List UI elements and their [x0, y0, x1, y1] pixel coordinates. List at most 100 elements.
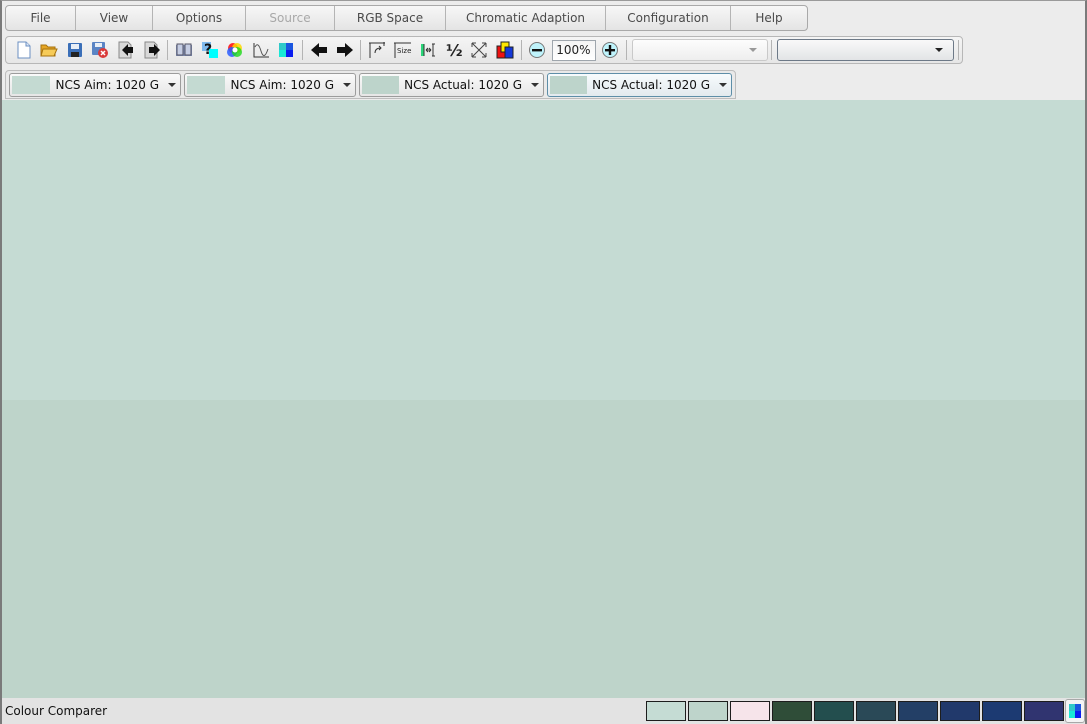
toolbar-separator — [626, 40, 628, 60]
zoom-level-field[interactable]: 100% — [552, 39, 596, 61]
palette-swatch[interactable] — [940, 701, 980, 721]
chevron-down-icon[interactable] — [343, 82, 351, 87]
tab-color-swatch — [550, 75, 588, 94]
chevron-down-icon — [934, 48, 943, 52]
new-file-icon — [17, 41, 31, 59]
svg-text:?: ? — [204, 42, 212, 58]
forward-button[interactable] — [332, 39, 358, 61]
color-tab[interactable]: NCS Aim: 1020 G — [184, 72, 356, 97]
color-wheel-icon — [227, 43, 243, 57]
new-file-button[interactable] — [11, 39, 37, 61]
chevron-down-icon[interactable] — [168, 82, 176, 87]
fullscreen-icon — [471, 42, 487, 58]
palette-toggle-button[interactable] — [1065, 699, 1085, 723]
swatch-grid-icon — [1069, 704, 1081, 718]
zoom-in-icon — [602, 42, 619, 58]
zoom-out-button[interactable] — [525, 39, 551, 61]
help-button[interactable]: ? — [197, 39, 223, 61]
status-bar: Colour Comparer — [2, 698, 1085, 724]
spectral-curve-icon — [253, 43, 269, 58]
zoom-in-button[interactable] — [598, 39, 624, 61]
svg-text:½: ½ — [446, 41, 463, 59]
fullscreen-button[interactable] — [467, 39, 493, 61]
menu-source[interactable]: Source — [246, 6, 335, 30]
color-comparison-area — [2, 100, 1085, 698]
illuminant-dropdown[interactable] — [632, 39, 768, 61]
actual-color-panel — [2, 400, 1085, 698]
back-arrow-icon — [310, 43, 327, 57]
tab-label: NCS Actual: 1020 G — [404, 77, 522, 92]
color-wheel-button[interactable] — [222, 39, 248, 61]
book-button[interactable] — [171, 39, 197, 61]
color-tab[interactable]: NCS Aim: 1020 G — [9, 72, 181, 97]
toolbar-separator — [957, 40, 959, 60]
color-tab[interactable]: NCS Actual: 1020 G — [359, 72, 544, 97]
export-button[interactable] — [139, 39, 165, 61]
toolbar: ? Size ½ 100% — [5, 36, 963, 64]
menu-configuration[interactable]: Configuration — [606, 6, 731, 30]
toolbar-separator — [770, 40, 772, 60]
open-folder-icon — [40, 44, 59, 57]
color-tab-bar: NCS Aim: 1020 G NCS Aim: 1020 G NCS Actu… — [5, 70, 736, 99]
palette-swatch[interactable] — [646, 701, 686, 721]
size-button[interactable]: Size — [390, 39, 416, 61]
toolbar-separator — [302, 40, 304, 60]
tab-color-swatch — [187, 75, 226, 94]
delete-file-button[interactable] — [88, 39, 114, 61]
palette-swatch[interactable] — [814, 701, 854, 721]
swatch-grid-icon — [279, 43, 294, 57]
back-button[interactable] — [306, 39, 332, 61]
status-text: Colour Comparer — [5, 704, 108, 718]
menu-view[interactable]: View — [76, 6, 153, 30]
chevron-down-icon — [748, 48, 757, 52]
palette-swatch[interactable] — [982, 701, 1022, 721]
half-icon: ½ — [446, 41, 463, 59]
palette-swatch[interactable] — [772, 701, 812, 721]
fit-width-button[interactable] — [415, 39, 441, 61]
size-icon: Size — [393, 42, 411, 58]
aim-color-panel — [2, 100, 1085, 400]
overlap-colors-icon — [496, 41, 514, 59]
chevron-down-icon[interactable] — [719, 82, 727, 87]
tab-label: NCS Aim: 1020 G — [55, 77, 159, 92]
delete-file-icon — [92, 42, 109, 58]
chevron-down-icon[interactable] — [531, 82, 539, 87]
fit-width-icon — [421, 43, 436, 57]
color-palette — [646, 701, 1064, 721]
save-icon — [67, 43, 82, 57]
zoom-out-icon — [529, 42, 546, 58]
menu-rgb-space[interactable]: RGB Space — [335, 6, 446, 30]
toolbar-separator — [360, 40, 362, 60]
palette-swatch[interactable] — [856, 701, 896, 721]
menu-options[interactable]: Options — [153, 6, 246, 30]
palette-swatch[interactable] — [1024, 701, 1064, 721]
menu-help[interactable]: Help — [731, 6, 807, 30]
open-button[interactable] — [37, 39, 63, 61]
menu-file[interactable]: File — [6, 6, 76, 30]
palette-swatch[interactable] — [688, 701, 728, 721]
tab-label: NCS Actual: 1020 G — [592, 77, 710, 92]
observer-dropdown[interactable] — [776, 39, 954, 61]
rotate-icon — [369, 42, 386, 58]
tab-color-swatch — [362, 75, 400, 94]
tab-label: NCS Aim: 1020 G — [230, 77, 334, 92]
overlap-colors-button[interactable] — [492, 39, 518, 61]
menu-chromatic-adaption[interactable]: Chromatic Adaption — [446, 6, 606, 30]
color-tab-selected[interactable]: NCS Actual: 1020 G — [547, 72, 732, 97]
export-icon — [144, 41, 160, 59]
palette-swatch[interactable] — [730, 701, 770, 721]
swatch-grid-button[interactable] — [274, 39, 300, 61]
forward-arrow-icon — [336, 43, 353, 57]
toolbar-separator — [520, 40, 522, 60]
svg-text:Size: Size — [397, 47, 411, 55]
import-button[interactable] — [113, 39, 139, 61]
save-button[interactable] — [62, 39, 88, 61]
tab-color-swatch — [12, 75, 51, 94]
help-icon: ? — [201, 42, 218, 58]
spectral-curve-button[interactable] — [248, 39, 274, 61]
book-icon — [176, 43, 193, 56]
rotate-button[interactable] — [364, 39, 390, 61]
import-icon — [118, 41, 134, 59]
palette-swatch[interactable] — [898, 701, 938, 721]
half-size-button[interactable]: ½ — [441, 39, 467, 61]
